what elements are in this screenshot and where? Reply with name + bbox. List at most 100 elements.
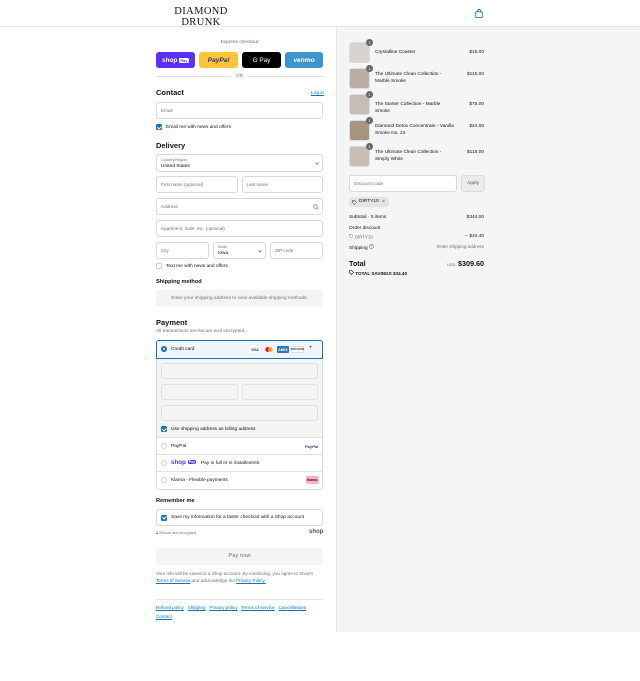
address-placeholder: Address bbox=[161, 204, 178, 209]
terms-of-service-footer-link[interactable]: Terms of service bbox=[241, 605, 274, 610]
privacy-policy-link[interactable]: Privacy Policy. bbox=[236, 578, 266, 583]
last-name-field[interactable]: Last name bbox=[241, 176, 323, 193]
venmo-button[interactable]: venmo bbox=[285, 52, 323, 68]
state-label: State bbox=[218, 245, 227, 249]
paypal-option-label[interactable]: PayPal bbox=[171, 444, 186, 449]
delivery-heading: Delivery bbox=[156, 141, 186, 150]
pay-now-button[interactable]: Pay now bbox=[156, 548, 323, 565]
google-pay-button[interactable]: G Pay bbox=[242, 52, 281, 68]
shop-pay-logo-badge: Pay bbox=[187, 460, 197, 464]
terms-and: and acknowledge the bbox=[191, 577, 235, 583]
order-summary bbox=[336, 27, 640, 632]
secure-note: 🔒︎ Secure and encrypted bbox=[156, 531, 196, 535]
country-label: Country/Region bbox=[161, 157, 188, 162]
product-price: $115.00 bbox=[467, 150, 484, 155]
discount-code-field[interactable]: Discount code bbox=[349, 175, 457, 192]
contact-heading: Contact bbox=[156, 88, 184, 97]
shop-pay-badge: Pay bbox=[178, 57, 189, 63]
remember-me-heading: Remember me bbox=[156, 498, 195, 504]
shipping-label: Shipping bbox=[349, 246, 368, 251]
payment-heading: Payment bbox=[156, 318, 188, 327]
quantity-badge: 1 bbox=[366, 65, 373, 72]
currency-code: USD bbox=[447, 262, 456, 267]
contact-link[interactable]: Contact bbox=[156, 614, 172, 619]
product-name: Crystalline Coaster bbox=[375, 50, 416, 55]
svg-text:?: ? bbox=[371, 245, 373, 249]
express-checkout-label: Express checkout bbox=[220, 40, 259, 45]
venmo-text: venmo bbox=[293, 56, 315, 64]
card-cvv-field[interactable] bbox=[242, 384, 318, 400]
lock-icon: 🔒︎ bbox=[156, 531, 159, 535]
billing-same-checkbox[interactable] bbox=[161, 426, 167, 432]
divider bbox=[157, 437, 322, 438]
divider bbox=[157, 454, 322, 455]
text-news-checkbox[interactable] bbox=[156, 263, 162, 269]
shipping-method-message: Enter your shipping address to view avai… bbox=[156, 290, 323, 307]
product-price: $75.00 bbox=[469, 102, 484, 107]
state-select[interactable]: State Iowa bbox=[213, 242, 266, 259]
order-discount-code-text: DIRTY10 bbox=[354, 234, 373, 240]
tag-icon bbox=[352, 199, 357, 207]
more-cards-indicator: + bbox=[309, 345, 313, 351]
shop-pay-radio[interactable] bbox=[161, 460, 167, 466]
help-circle-icon[interactable]: ? bbox=[369, 244, 374, 251]
product-name: The Ultimate Clean Collection - Marble S… bbox=[375, 72, 442, 84]
city-field[interactable]: City bbox=[156, 242, 209, 259]
product-name: The Starter Collection - Marble Smoke bbox=[375, 102, 441, 114]
zip-field[interactable]: ZIP code bbox=[270, 242, 323, 259]
shopping-bag-icon[interactable] bbox=[475, 9, 483, 18]
address-field[interactable]: Address bbox=[156, 198, 323, 215]
site-header: DIAMOND DRUNK NEW YORK FINE JEWELRY CLEA… bbox=[0, 0, 640, 32]
google-pay-text: G Pay bbox=[252, 56, 271, 64]
shop-pay-text: shop bbox=[162, 56, 178, 64]
country-value: United States bbox=[161, 163, 190, 169]
cancellations-link[interactable]: Cancellations bbox=[279, 605, 307, 610]
quantity-badge: 1 bbox=[366, 39, 373, 46]
klarna-radio[interactable] bbox=[161, 477, 167, 483]
paypal-button[interactable]: PayPal bbox=[199, 52, 238, 68]
total-savings-value: $34.40 bbox=[392, 271, 408, 276]
terms-of-service-link[interactable]: Terms of Service bbox=[156, 578, 190, 583]
paypal-logo: PayPal bbox=[305, 444, 319, 449]
total-value: $309.60 bbox=[458, 259, 484, 268]
total-label: Total bbox=[349, 259, 366, 268]
refund-policy-link[interactable]: Refund policy bbox=[156, 605, 184, 610]
apply-button[interactable]: Apply bbox=[461, 175, 485, 192]
remove-discount-icon[interactable]: × bbox=[382, 199, 385, 205]
card-number-field[interactable] bbox=[161, 363, 318, 379]
credit-card-radio[interactable] bbox=[161, 346, 167, 352]
payment-subtitle: All transactions are secure and encrypte… bbox=[156, 329, 246, 334]
shop-pay-option-label[interactable]: Pay in full or in installments bbox=[201, 461, 259, 466]
save-info-checkbox[interactable] bbox=[161, 514, 167, 521]
shop-pay-button[interactable]: shop Pay bbox=[156, 52, 195, 68]
shipping-label-row: Shipping ? bbox=[349, 244, 374, 251]
discount-code-placeholder: Discount code bbox=[354, 181, 384, 186]
applied-discount-code: DIRTY10 bbox=[359, 199, 379, 205]
email-field[interactable]: Email bbox=[156, 102, 323, 119]
klarna-option-label[interactable]: Klarna - Flexible payments bbox=[171, 478, 228, 483]
privacy-policy-footer-link[interactable]: Privacy policy bbox=[209, 605, 237, 610]
mastercard-icon bbox=[264, 346, 274, 353]
order-discount-code: DIRTY10 bbox=[349, 234, 373, 240]
zip-placeholder: ZIP code bbox=[275, 248, 294, 253]
apartment-field[interactable]: Apartment, suite, etc. (optional) bbox=[156, 220, 323, 237]
product-name: The Ultimate Clean Collection - Simply W… bbox=[375, 150, 442, 162]
paypal-text: PayPal bbox=[207, 56, 230, 64]
shipping-link[interactable]: Shipping bbox=[188, 605, 206, 610]
card-expiry-field[interactable] bbox=[161, 384, 238, 400]
subtotal-value: $344.00 bbox=[466, 215, 484, 220]
shop-logo: shop bbox=[309, 529, 324, 535]
country-select[interactable]: Country/Region United States bbox=[156, 154, 323, 172]
divider bbox=[157, 471, 322, 472]
shop-pay-logo: shop Pay bbox=[171, 459, 197, 466]
billing-same-label: Use shipping address as billing address bbox=[171, 426, 256, 432]
total-value-row: USD $309.60 bbox=[430, 259, 484, 268]
email-news-checkbox[interactable] bbox=[156, 124, 162, 130]
paypal-radio[interactable] bbox=[161, 443, 167, 449]
login-link[interactable]: Log in bbox=[311, 91, 324, 96]
save-info-label: Save my information for a faster checkou… bbox=[171, 515, 305, 520]
secure-label: Secure and encrypted bbox=[159, 531, 197, 535]
card-name-field[interactable] bbox=[161, 405, 318, 421]
text-news-label: Text me with news and offers bbox=[166, 264, 228, 269]
first-name-field[interactable]: First name (optional) bbox=[156, 176, 238, 193]
